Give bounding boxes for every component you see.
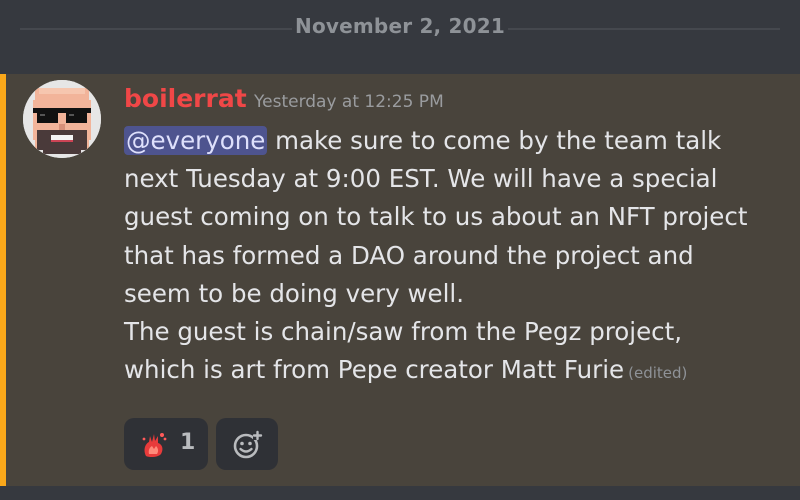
message-line: @everyone make sure to come by the team … bbox=[124, 122, 784, 160]
divider-line-right bbox=[508, 28, 780, 30]
date-divider: November 2, 2021 bbox=[0, 0, 800, 58]
add-reaction-icon bbox=[233, 430, 263, 459]
reaction-button[interactable]: 1 bbox=[124, 418, 208, 470]
message-text: make sure to come by the team talk bbox=[267, 126, 722, 155]
fire-hand-emoji-icon bbox=[142, 433, 167, 458]
mention-highlight-bar bbox=[0, 74, 6, 486]
message-line: guest coming on to talk to us about an N… bbox=[124, 202, 748, 232]
author-name[interactable]: boilerrat bbox=[124, 84, 247, 113]
divider-date: November 2, 2021 bbox=[295, 14, 505, 38]
everyone-mention[interactable]: @everyone bbox=[124, 126, 268, 155]
chat-view: November 2, 2021 boilerrat Yesterday at … bbox=[0, 0, 800, 500]
reaction-count: 1 bbox=[180, 430, 196, 455]
message-line: seem to be doing very well. bbox=[124, 278, 465, 308]
message-line: next Tuesday at 9:00 EST. We will have a… bbox=[124, 164, 718, 194]
message-content: @everyone make sure to come by the team … bbox=[124, 122, 784, 392]
avatar-image bbox=[23, 80, 101, 158]
divider-line-left bbox=[20, 28, 292, 30]
message-line: The guest is chain/saw from the Pegz pro… bbox=[124, 317, 683, 347]
message-line-last: which is art from Pepe creator Matt Furi… bbox=[124, 351, 784, 392]
add-reaction-button[interactable] bbox=[216, 418, 278, 470]
edited-label: (edited) bbox=[628, 364, 688, 383]
avatar[interactable] bbox=[23, 80, 101, 158]
message-highlighted[interactable]: boilerrat Yesterday at 12:25 PM @everyon… bbox=[0, 74, 800, 486]
message-text: which is art from Pepe creator Matt Furi… bbox=[124, 355, 625, 385]
message-timestamp: Yesterday at 12:25 PM bbox=[254, 92, 444, 112]
message-line: that has formed a DAO around the project… bbox=[124, 240, 694, 270]
